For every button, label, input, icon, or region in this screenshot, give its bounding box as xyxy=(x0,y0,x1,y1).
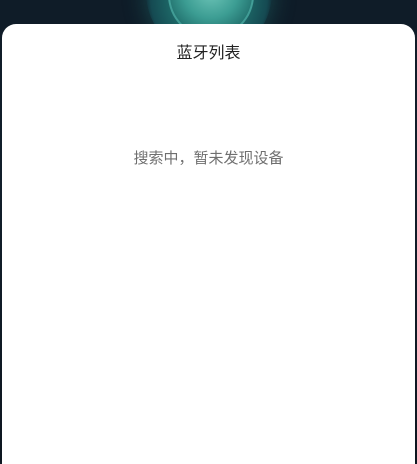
bluetooth-list-sheet: 蓝牙列表 搜索中，暂未发现设备 xyxy=(2,24,415,464)
sheet-title: 蓝牙列表 xyxy=(176,43,241,62)
empty-state-message: 搜索中，暂未发现设备 xyxy=(133,149,284,167)
